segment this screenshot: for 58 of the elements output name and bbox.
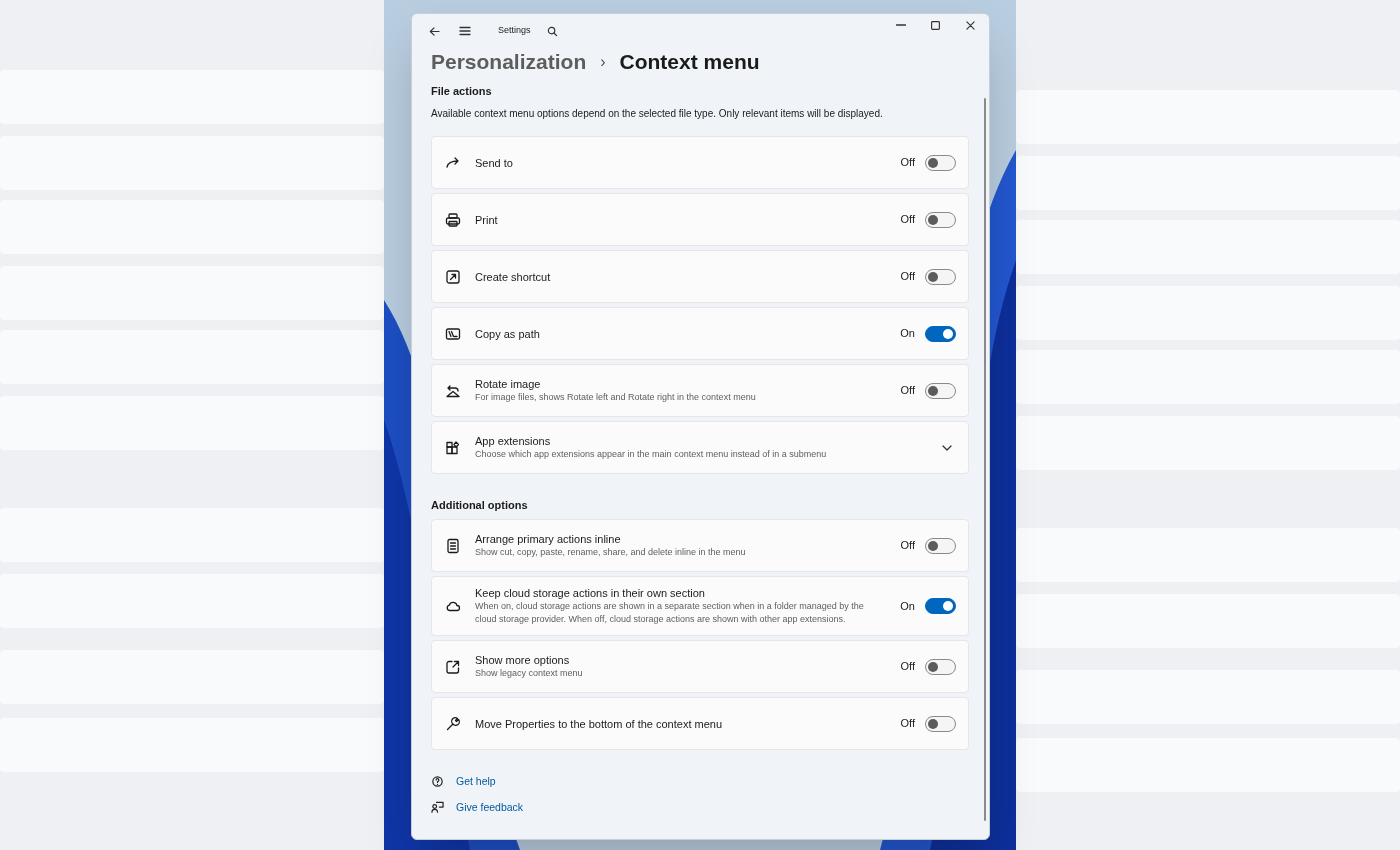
scrollbar[interactable] <box>984 98 986 821</box>
toggle-switch[interactable] <box>925 268 956 285</box>
section-heading: File actions <box>431 84 493 98</box>
toggle-state: Off <box>900 659 915 675</box>
toggle-switch[interactable] <box>925 211 956 228</box>
setting-title: Rotate image <box>475 377 542 391</box>
path-icon <box>445 325 461 342</box>
toggle-switch[interactable] <box>925 325 956 342</box>
toggle-state: On <box>900 326 915 342</box>
toggle-switch[interactable] <box>925 382 956 399</box>
toggle-switch[interactable] <box>925 598 956 614</box>
app-grid-icon <box>445 439 461 456</box>
page-title: Context menu <box>619 49 760 76</box>
toggle-state: On <box>900 598 915 614</box>
toggle-state: Off <box>900 269 915 285</box>
setting-description: For image files, shows Rotate left and Rotate right in the context menu <box>475 391 757 404</box>
setting-title: Arrange primary actions inline <box>475 532 622 546</box>
wrench-icon <box>445 715 461 732</box>
setting-title: Print <box>475 212 499 227</box>
toggle-state: Off <box>900 538 915 554</box>
setting-title: Show more options <box>475 653 571 667</box>
section-heading: Additional options <box>431 498 529 512</box>
breadcrumb-link[interactable]: Personalization <box>431 46 587 78</box>
list-page-icon <box>445 537 461 554</box>
help-link[interactable]: Get help <box>456 774 496 790</box>
toggle-state: Off <box>900 155 915 171</box>
toggle-switch[interactable] <box>925 537 956 554</box>
setting-description: Show legacy context menu <box>475 667 584 680</box>
shortcut-icon <box>445 268 461 285</box>
window-title: Settings <box>498 24 531 38</box>
toggle-switch[interactable] <box>925 715 956 732</box>
setting-title: Send to <box>475 155 514 170</box>
setting-title: Move Properties to the bottom of the context menu <box>475 716 724 731</box>
menu-icon <box>459 25 471 37</box>
setting-description: Show cut, copy, paste, rename, share, and delete inline in the menu <box>475 546 747 559</box>
setting-title: Keep cloud storage actions in their own section <box>475 586 706 600</box>
close-icon <box>966 20 975 30</box>
toggle-switch[interactable] <box>925 154 956 171</box>
search-icon <box>547 25 559 37</box>
section-description: Available context menu options depend on the selected file type. Only relevant items will be displayed. <box>431 107 884 121</box>
breadcrumb-separator: › <box>600 52 606 72</box>
back-arrow-icon <box>428 25 440 37</box>
printer-icon <box>445 211 461 228</box>
feedback-icon <box>431 801 444 815</box>
setting-description: Choose which app extensions appear in the main context menu instead of in a submenu <box>475 448 828 461</box>
toggle-switch[interactable] <box>925 658 956 675</box>
maximize-icon <box>931 20 940 30</box>
minimize-icon <box>895 24 906 26</box>
setting-title: Copy as path <box>475 326 541 341</box>
toggle-state: Off <box>900 716 915 732</box>
setting-title: Create shortcut <box>475 269 552 284</box>
setting-title: App extensions <box>475 434 552 448</box>
open-window-icon <box>445 658 461 675</box>
help-link[interactable]: Give feedback <box>456 799 524 816</box>
toggle-state: Off <box>900 212 915 228</box>
help-icon <box>431 775 444 789</box>
setting-description: When on, cloud storage actions are shown in a separate section when in a folder managed by the cloud storage provider. When off, cloud storage actions are shown with other app extensions. <box>475 600 865 626</box>
toggle-state: Off <box>900 383 915 399</box>
